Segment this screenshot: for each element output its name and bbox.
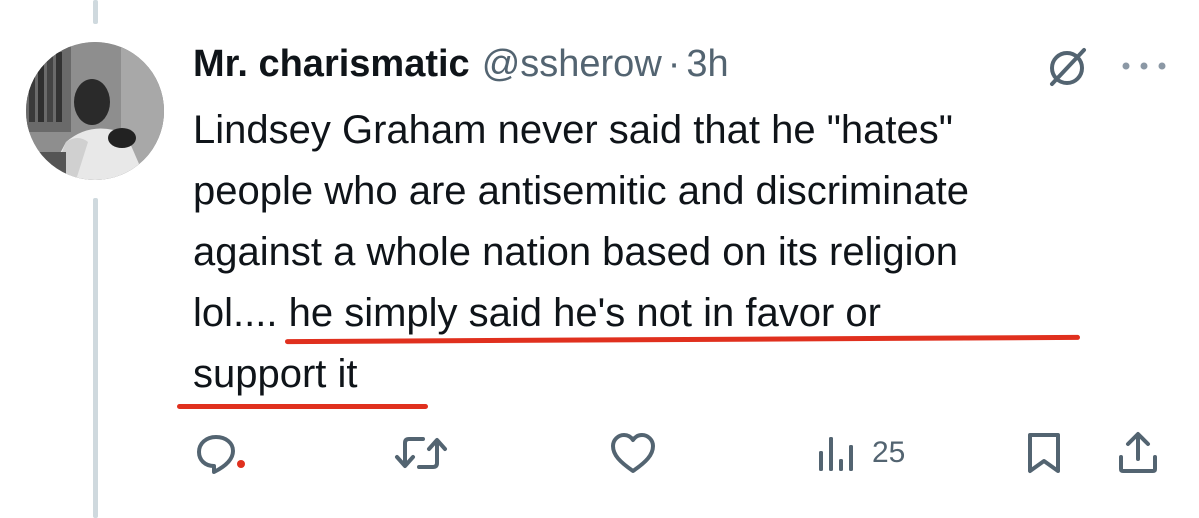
thread-line — [93, 0, 98, 24]
red-dot-mark — [237, 460, 245, 468]
action-bar: 25 — [0, 420, 1199, 490]
tweet-line: people who are antisemitic and discrimin… — [193, 169, 969, 213]
heart-icon — [611, 433, 655, 473]
views-button[interactable]: 25 — [816, 428, 905, 478]
author-name[interactable]: Mr. charismatic — [193, 43, 470, 86]
like-button[interactable] — [608, 428, 658, 478]
timestamp[interactable]: 3h — [686, 43, 728, 86]
bookmark-button[interactable] — [1022, 428, 1066, 478]
tweet-line: Lindsey Graham never said that he "hates… — [193, 108, 953, 152]
more-options-icon[interactable] — [1118, 54, 1170, 78]
tweet-header: Mr. charismatic @ssherow · 3h — [193, 38, 729, 90]
retweet-icon — [395, 437, 447, 469]
reply-icon — [197, 435, 235, 474]
tweet-line: against a whole nation based on its reli… — [193, 230, 958, 274]
retweet-button[interactable] — [393, 428, 449, 478]
avatar-photo — [26, 42, 164, 180]
bookmark-icon — [1028, 433, 1060, 473]
tweet-line: support it — [193, 352, 358, 396]
separator-dot: · — [667, 42, 681, 85]
tweet-text: Lindsey Graham never said that he "hates… — [193, 100, 1183, 405]
author-handle[interactable]: @ssherow — [482, 43, 662, 86]
reply-button[interactable] — [192, 428, 240, 478]
red-underline-mark — [177, 404, 428, 409]
avatar[interactable] — [26, 42, 164, 180]
views-chart-icon — [819, 437, 853, 471]
share-button[interactable] — [1114, 428, 1162, 478]
views-count: 25 — [872, 436, 906, 469]
tweet[interactable]: Mr. charismatic @ssherow · 3h Lindsey Gr… — [0, 0, 1199, 518]
grok-icon[interactable] — [1044, 44, 1090, 90]
share-icon — [1119, 432, 1157, 473]
